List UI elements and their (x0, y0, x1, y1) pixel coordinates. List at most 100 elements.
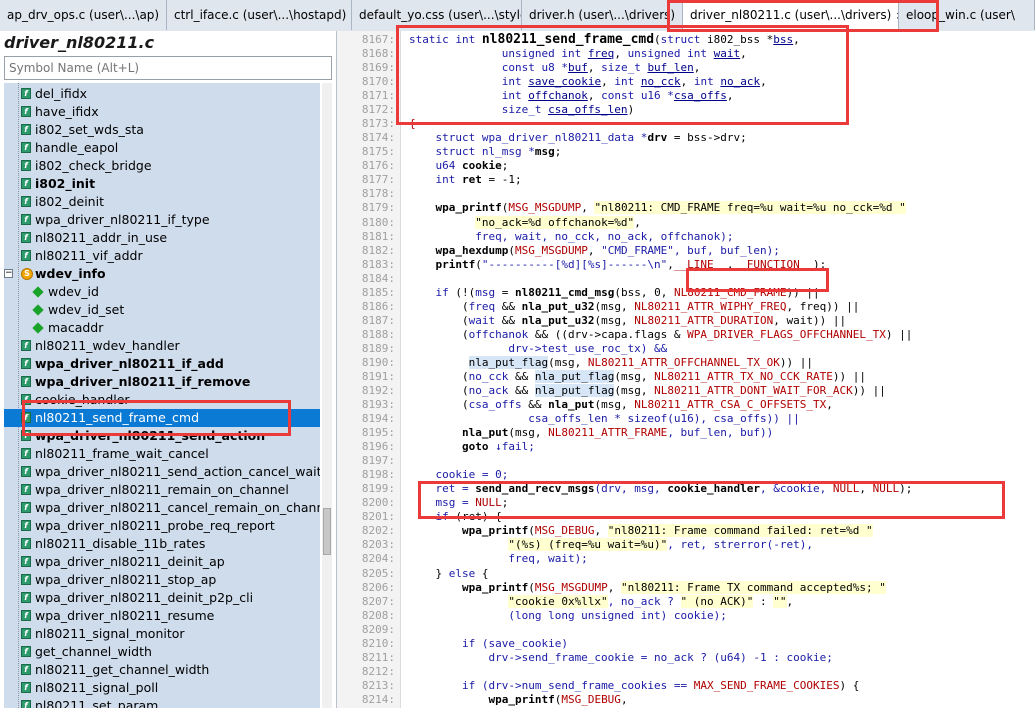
code-token: struct (409, 131, 482, 145)
code-line[interactable]: 8203: "(%s) (freq=%u wait=%u)", ret, str… (337, 538, 1035, 552)
code-token: "cookie 0x%llx" (508, 594, 608, 608)
code-token: buf (567, 61, 588, 75)
code-line[interactable]: 8175: struct nl_msg *msg; (337, 145, 1035, 159)
tab-1[interactable]: ctrl_iface.c (user\...\hostapd) (167, 0, 352, 30)
function-icon: f (21, 628, 31, 639)
code-line[interactable]: 8209: (337, 623, 1035, 637)
code-line[interactable]: 8176: u64 cookie; (337, 159, 1035, 173)
tree-item-label: i802_deinit (35, 194, 104, 209)
code-line[interactable]: 8202: wpa_printf(MSG_DEBUG, "nl80211: Fr… (337, 524, 1035, 538)
code-line[interactable]: 8172: size_t csa_offs_len) (337, 103, 1035, 117)
code-token: (msg, (508, 426, 549, 440)
code-line[interactable]: 8170: int save_cookie, int no_cck, int n… (337, 75, 1035, 89)
code-text: wpa_hexdump(MSG_MSGDUMP, "CMD_FRAME", bu… (409, 244, 779, 258)
code-text: (long long unsigned int) cookie); (409, 609, 727, 623)
collapse-icon[interactable]: − (4, 269, 13, 278)
code-token: freq (468, 299, 496, 313)
code-line[interactable]: 8213: if (drv->num_send_frame_cookies ==… (337, 679, 1035, 693)
code-line[interactable]: 8168: unsigned int freq, unsigned int wa… (337, 47, 1035, 61)
function-icon: f (21, 664, 31, 675)
code-line[interactable]: 8198: cookie = 0; (337, 468, 1035, 482)
code-line[interactable]: 8208: (long long unsigned int) cookie); (337, 609, 1035, 623)
code-text: struct wpa_driver_nl80211_data *drv = bs… (409, 131, 746, 145)
code-line[interactable]: 8183: printf("----------[%d][%s]------\n… (337, 258, 1035, 272)
tab-4[interactable]: driver_nl80211.c (user\...\drivers)× (683, 0, 899, 30)
code-line[interactable]: 8194: csa_offs_len * sizeof(u16), csa_of… (337, 412, 1035, 426)
tab-2[interactable]: default_yo.css (user\...\style) (352, 0, 522, 30)
tree-scrollbar-thumb[interactable] (323, 508, 331, 555)
tab-label: driver.h (user\...\drivers) (529, 8, 676, 22)
function-icon: f (21, 520, 31, 531)
code-line[interactable]: 8205: } else { (337, 567, 1035, 581)
code-line[interactable]: 8184: (337, 272, 1035, 286)
code-token: , (740, 47, 747, 61)
line-number: 8197: (361, 454, 395, 468)
code-line[interactable]: 8200: msg = NULL; (337, 496, 1035, 510)
code-line[interactable]: 8171: int offchanok, const u16 *csa_offs… (337, 89, 1035, 103)
tree-item-label: cookie_handler (35, 392, 130, 407)
symbol-search-input[interactable] (4, 56, 332, 80)
code-line[interactable]: 8167: static int nl80211_send_frame_cmd(s… (337, 33, 1035, 47)
code-line[interactable]: 8210: if (save_cookie) (337, 637, 1035, 651)
tree-guide-line (18, 83, 19, 708)
code-line[interactable]: 8199: ret = send_and_recv_msgs(drv, msg,… (337, 482, 1035, 496)
code-line[interactable]: 8178: (337, 187, 1035, 201)
tree-item-label: nl80211_frame_wait_cancel (35, 446, 209, 461)
code-line[interactable]: 8201: if (ret) { (337, 510, 1035, 524)
code-line[interactable]: 8207: "cookie 0x%llx", no_ack ? " (no AC… (337, 594, 1035, 609)
code-line[interactable]: 8206: wpa_printf(MSG_MSGDUMP, "nl80211: … (337, 580, 1035, 595)
code-token: , (667, 257, 674, 271)
line-number: 8198: (361, 468, 395, 482)
code-token: , (581, 201, 595, 215)
code-token: , (826, 398, 833, 412)
code-line[interactable]: 8179: wpa_printf(MSG_MSGDUMP, "nl80211: … (337, 201, 1035, 215)
code-line[interactable]: 8186: (freq && nla_put_u32(msg, NL80211_… (337, 300, 1035, 314)
line-number: 8187: (361, 313, 395, 327)
tab-3[interactable]: driver.h (user\...\drivers) (522, 0, 683, 30)
line-number: 8205: (361, 566, 395, 580)
function-icon: f (21, 484, 31, 495)
function-icon: f (21, 142, 31, 153)
tab-0[interactable]: ap_drv_ops.c (user\...\ap) (0, 0, 167, 30)
code-line[interactable]: 8196: goto ↓fail; (337, 440, 1035, 454)
code-token: nl80211_cmd_msg (515, 285, 615, 299)
code-line[interactable]: 8214: wpa_printf(MSG_DEBUG, (337, 693, 1035, 707)
code-line[interactable]: 8193: (csa_offs && nla_put(msg, NL80211_… (337, 398, 1035, 412)
code-editor[interactable]: 8167: static int nl80211_send_frame_cmd(s… (337, 31, 1035, 708)
tree-scrollbar[interactable] (322, 83, 332, 708)
tree-item-label: wpa_driver_nl80211_deinit_ap (35, 554, 225, 569)
code-line[interactable]: 8173: { (337, 117, 1035, 131)
function-icon: f (21, 106, 31, 117)
code-line[interactable]: 8191: (no_cck && nla_put_flag(msg, NL802… (337, 369, 1035, 384)
code-text: nla_put_flag(msg, NL80211_ATTR_OFFCHANNE… (409, 355, 813, 370)
code-line[interactable]: 8182: wpa_hexdump(MSG_MSGDUMP, "CMD_FRAM… (337, 244, 1035, 258)
code-line[interactable]: 8197: (337, 454, 1035, 468)
code-line[interactable]: 8185: if (!(msg = nl80211_cmd_msg(bss, 0… (337, 286, 1035, 300)
code-line[interactable]: 8192: (no_ack && nla_put_flag(msg, NL802… (337, 384, 1035, 398)
code-text: "cookie 0x%llx", no_ack ? " (no ACK)" : … (409, 594, 793, 609)
code-token: "nl80211: Frame command failed: ret=%d " (607, 524, 873, 538)
code-text: if (!(msg = nl80211_cmd_msg(bss, 0, NL80… (409, 285, 819, 300)
code-token: " (no ACK)" (680, 594, 754, 608)
code-line[interactable]: 8212: (337, 665, 1035, 679)
tree-item-label: nl80211_vif_addr (35, 248, 143, 263)
line-number: 8196: (361, 440, 395, 454)
code-line[interactable]: 8204: freq, wait); (337, 552, 1035, 566)
tab-5[interactable]: eloop_win.c (user\ (899, 0, 1035, 30)
code-text: printf("----------[%d][%s]------\n",__LI… (409, 258, 826, 272)
code-text: if (drv->num_send_frame_cookies == MAX_S… (409, 679, 859, 693)
code-line[interactable]: 8169: const u8 *buf, size_t buf_len, (337, 61, 1035, 75)
code-line[interactable]: 8188: (offchanok && ((drv->capa.flags & … (337, 328, 1035, 342)
code-line[interactable]: 8174: struct wpa_driver_nl80211_data *dr… (337, 131, 1035, 145)
line-number: 8193: (361, 398, 395, 412)
code-token: , (693, 61, 701, 75)
code-line[interactable]: 8190: nla_put_flag(msg, NL80211_ATTR_OFF… (337, 355, 1035, 370)
code-line[interactable]: 8189: drv->test_use_roc_tx) && (337, 342, 1035, 356)
code-line[interactable]: 8195: nla_put(msg, NL80211_ATTR_FRAME, b… (337, 426, 1035, 440)
code-line[interactable]: 8211: drv->send_frame_cookie = no_ack ? … (337, 651, 1035, 665)
code-line[interactable]: 8187: (wait && nla_put_u32(msg, NL80211_… (337, 314, 1035, 328)
code-line[interactable]: 8180: "no_ack=%d offchanok=%d", (337, 215, 1035, 230)
code-line[interactable]: 8177: int ret = -1; (337, 173, 1035, 187)
tree-item[interactable]: f nl80211_send_frame_cmd (4, 409, 320, 427)
code-line[interactable]: 8181: freq, wait, no_cck, no_ack, offcha… (337, 230, 1035, 244)
